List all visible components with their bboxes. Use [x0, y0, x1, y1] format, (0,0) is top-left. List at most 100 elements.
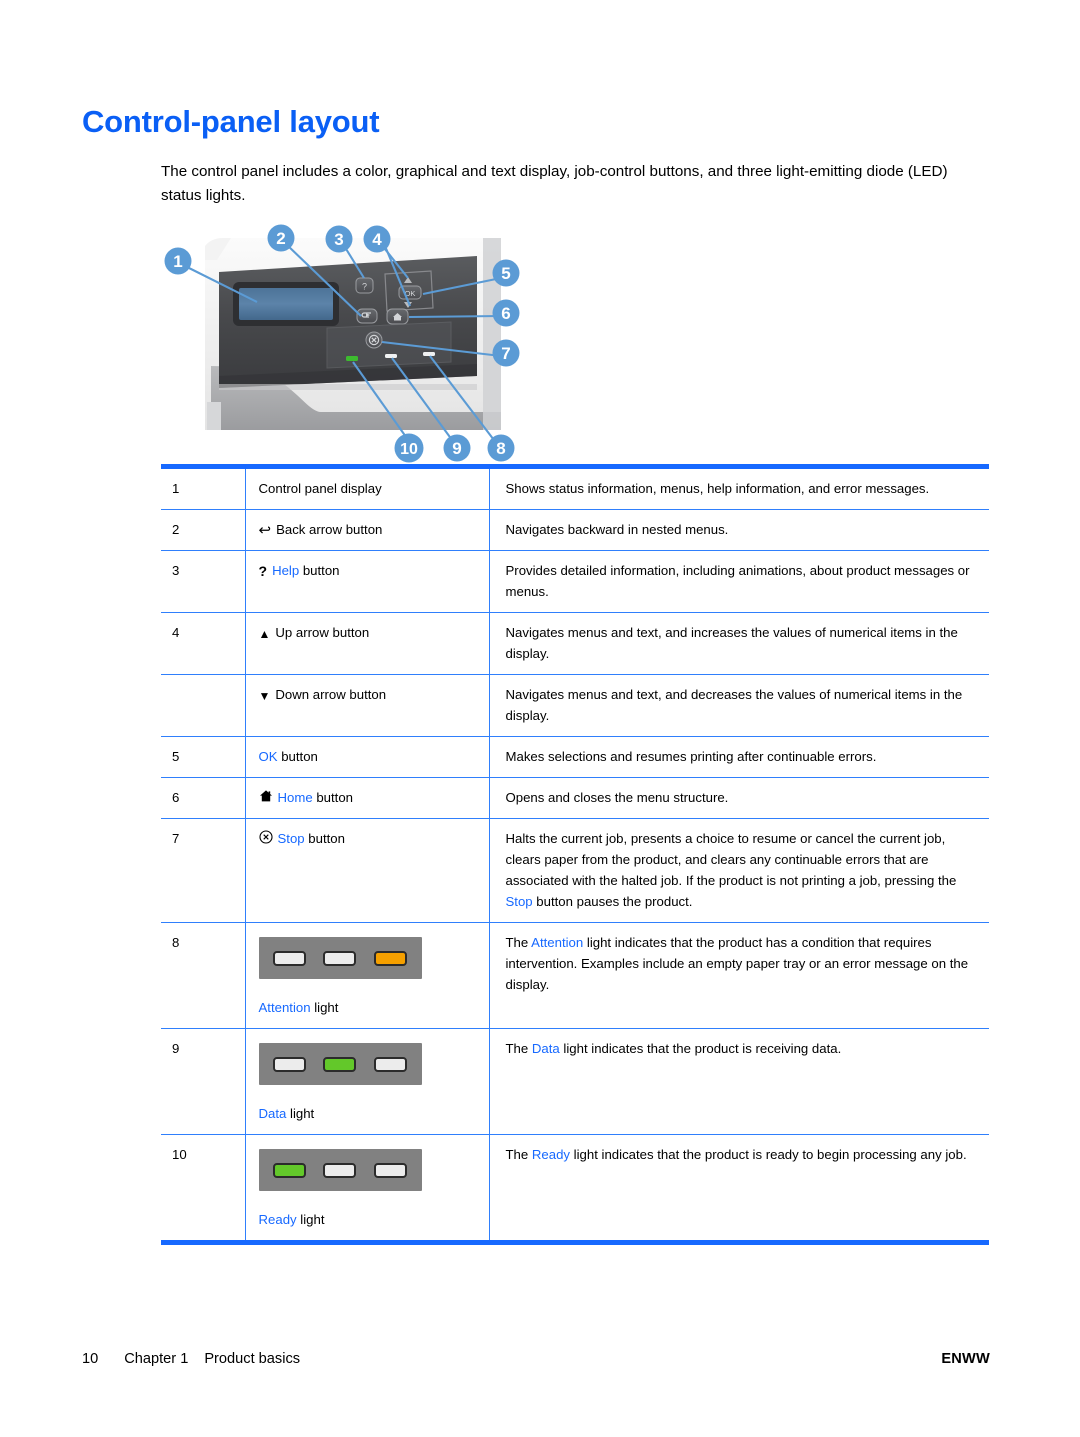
- row-item: Ready light: [244, 1134, 490, 1240]
- row-number: 9: [161, 1028, 245, 1135]
- row-description: Provides detailed information, including…: [489, 550, 989, 613]
- item-label: button: [277, 749, 318, 764]
- status-pad: [326, 321, 452, 369]
- svg-text:6: 6: [501, 304, 510, 323]
- desc-part-1: The: [505, 1147, 532, 1162]
- up-arrow-icon: ▲: [258, 627, 271, 641]
- row-description: The Data light indicates that the produc…: [489, 1028, 989, 1135]
- chapter-label: Chapter 1: [124, 1351, 189, 1367]
- document-page: Control-panel layout The control panel i…: [0, 0, 1080, 1437]
- row-number: 8: [161, 922, 245, 1029]
- chapter-title: Product basics: [204, 1351, 301, 1367]
- row-item: ↩ Back arrow button: [244, 509, 490, 551]
- row-number: 5: [161, 736, 245, 778]
- row-item: Home button: [244, 777, 490, 819]
- svg-text:3: 3: [334, 230, 343, 249]
- ready-light-illustration: [258, 1149, 422, 1191]
- led-ready: [273, 950, 307, 966]
- page-number: 10: [82, 1351, 99, 1367]
- ready-light-led: [346, 356, 358, 361]
- desc-part-2: light indicates that the product is rece…: [559, 1041, 842, 1056]
- led-caption-emphasis: Data: [258, 1106, 287, 1121]
- item-label: Up arrow button: [275, 625, 370, 640]
- desc-emphasis: Ready: [531, 1147, 571, 1162]
- row-number: 3: [161, 550, 245, 613]
- led-attention: [373, 1056, 407, 1072]
- table-row: 7 Stop button Halts the current job, pre…: [161, 818, 989, 923]
- item-label: button: [312, 790, 354, 805]
- row-item: ▼ Down arrow button: [244, 674, 490, 737]
- control-panel-figure: ? OK 1 2 3 4 5 6 7 8 9 10: [161, 216, 561, 464]
- table-row: 1 Control panel display Shows status inf…: [161, 469, 989, 510]
- svg-text:5: 5: [501, 264, 510, 283]
- row-description: Navigates menus and text, and increases …: [489, 612, 989, 675]
- row-number: 4: [161, 612, 245, 675]
- item-label: Down arrow button: [275, 687, 387, 702]
- footer-locale: ENWW: [941, 1351, 990, 1367]
- control-panel-reference-table: 1 Control panel display Shows status inf…: [161, 464, 989, 1245]
- led-caption: Ready light: [259, 1209, 481, 1230]
- svg-text:?: ?: [362, 282, 367, 292]
- table-bottom-rule: [161, 1240, 989, 1245]
- led-caption-plain: light: [310, 1000, 339, 1015]
- row-number: 2: [161, 509, 245, 551]
- svg-text:7: 7: [501, 344, 510, 363]
- row-item: Attention light: [244, 922, 490, 1029]
- attention-light-led: [423, 352, 435, 356]
- row-description: The Ready light indicates that the produ…: [489, 1135, 989, 1241]
- help-button-icon: ?: [355, 277, 374, 294]
- control-panel-display: [233, 282, 339, 326]
- led-caption: Attention light: [259, 997, 481, 1018]
- desc-part-2: light indicates that the product is read…: [570, 1147, 967, 1162]
- led-caption: Data light: [259, 1103, 481, 1124]
- table-row: 8 Attention light The Attention light in…: [161, 922, 989, 1029]
- row-description: Makes selections and resumes printing af…: [489, 736, 989, 778]
- svg-text:10: 10: [400, 441, 418, 458]
- footer-left: 10 Chapter 1 Product basics: [82, 1351, 300, 1367]
- svg-text:1: 1: [173, 252, 182, 271]
- item-label-emphasis: OK: [258, 749, 278, 764]
- row-item: OK button: [244, 736, 490, 778]
- led-attention: [373, 1162, 407, 1178]
- item-label: button: [299, 563, 340, 578]
- home-icon: [259, 789, 273, 803]
- led-data: [323, 1162, 357, 1178]
- item-label: Control panel display: [258, 481, 382, 496]
- svg-text:4: 4: [372, 230, 382, 249]
- table-row: ▼ Down arrow button Navigates menus and t…: [161, 674, 989, 737]
- table-row: 6 Home button Opens and closes the menu …: [161, 777, 989, 819]
- led-attention: [373, 950, 407, 966]
- table-row: 9 Data light The Data light indicates th…: [161, 1028, 989, 1135]
- desc-part-2: button pauses the product.: [532, 894, 693, 909]
- back-arrow-icon: ↩: [258, 522, 272, 539]
- led-caption-plain: light: [286, 1106, 315, 1121]
- row-item: Stop button: [244, 818, 490, 923]
- led-ready: [273, 1162, 307, 1178]
- row-number: 6: [161, 777, 245, 819]
- led-caption-emphasis: Ready: [258, 1212, 297, 1227]
- intro-paragraph: The control panel includes a color, grap…: [161, 163, 948, 204]
- data-light-led: [385, 354, 397, 358]
- desc-emphasis: Attention: [531, 935, 584, 950]
- row-item: Data light: [244, 1028, 490, 1135]
- row-number: 7: [161, 818, 245, 923]
- led-data: [323, 950, 357, 966]
- led-ready: [273, 1056, 307, 1072]
- led-caption-emphasis: Attention: [258, 1000, 311, 1015]
- stop-icon: [258, 830, 273, 844]
- desc-part-1: Halts the current job, presents a choice…: [505, 831, 957, 888]
- desc-emphasis: Data: [531, 1041, 560, 1056]
- page-title: Control-panel layout: [82, 104, 380, 139]
- led-caption-plain: light: [296, 1212, 325, 1227]
- stop-button-icon: [365, 331, 383, 349]
- down-arrow-icon: ▼: [258, 689, 271, 703]
- data-light-illustration: [258, 1043, 422, 1085]
- desc-part-1: The: [505, 1041, 532, 1056]
- item-label-emphasis: Home: [277, 790, 313, 805]
- row-item: ▲ Up arrow button: [244, 612, 490, 675]
- row-description: Halts the current job, presents a choice…: [489, 818, 989, 923]
- led-data: [323, 1056, 357, 1072]
- row-description: Shows status information, menus, help in…: [489, 469, 989, 510]
- row-number: 10: [172, 1147, 187, 1162]
- row-description: Navigates menus and text, and decreases …: [489, 674, 989, 737]
